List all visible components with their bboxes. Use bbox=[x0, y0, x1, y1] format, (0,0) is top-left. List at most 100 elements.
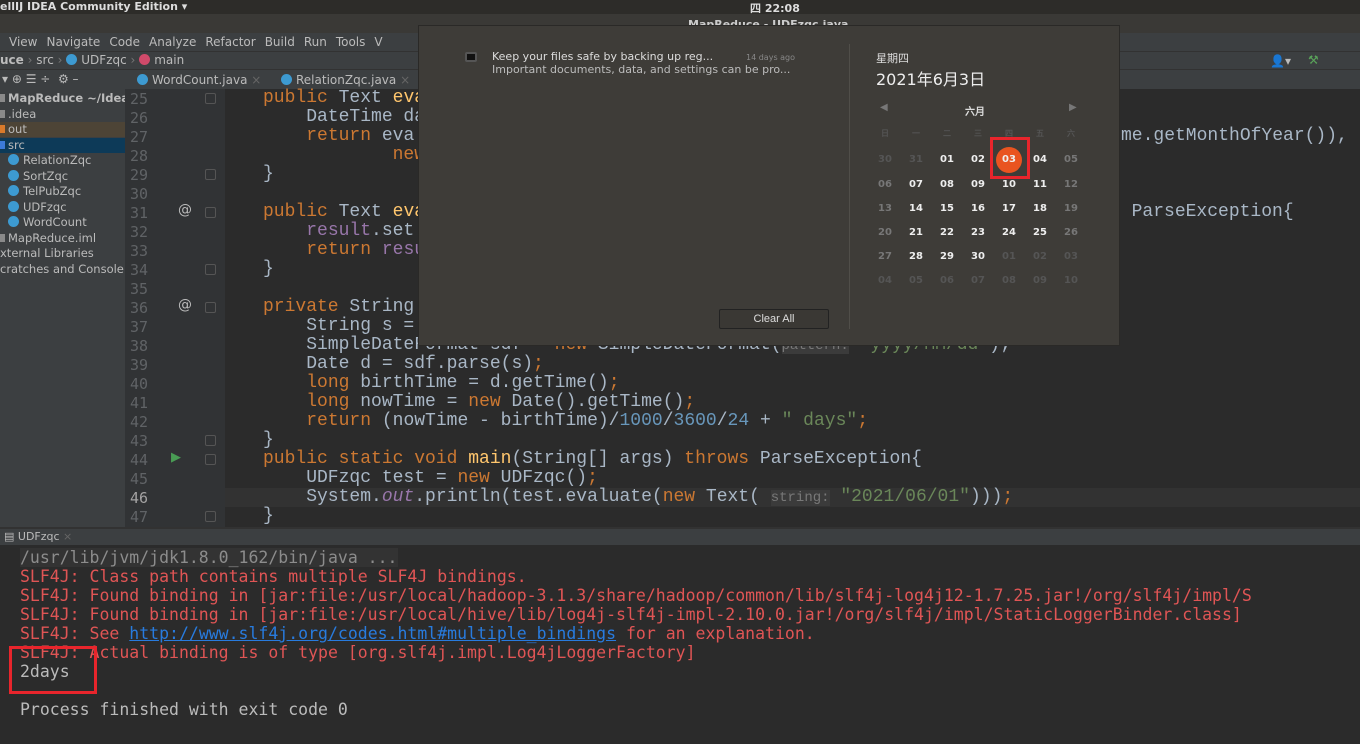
calendar-day[interactable]: 09 bbox=[1025, 274, 1055, 288]
calendar-day[interactable]: 21 bbox=[901, 226, 931, 240]
run-console[interactable]: /usr/lib/jvm/jdk1.8.0_162/bin/java ... SL… bbox=[0, 545, 1360, 744]
calendar-day[interactable]: 06 bbox=[932, 274, 962, 288]
run-icon[interactable]: ▶ bbox=[171, 450, 181, 465]
code-line: System.out.println(test.evaluate(new Tex… bbox=[263, 488, 1013, 508]
close-icon[interactable]: × bbox=[400, 73, 410, 87]
calendar-day[interactable]: 24 bbox=[994, 226, 1024, 240]
calendar-day[interactable]: 01 bbox=[932, 153, 962, 167]
calendar-day[interactable]: 27 bbox=[870, 250, 900, 264]
tree-item[interactable]: MapReduce ~/IdeaPr bbox=[0, 91, 125, 106]
calendar-day[interactable]: 30 bbox=[870, 153, 900, 167]
menu-item-view[interactable]: View bbox=[9, 35, 37, 49]
menu-item-v[interactable]: V bbox=[374, 35, 382, 49]
calendar-day[interactable]: 16 bbox=[963, 202, 993, 216]
tree-item[interactable]: WordCount bbox=[0, 215, 125, 230]
prev-month-icon[interactable]: ◀ bbox=[880, 102, 888, 113]
calendar-day[interactable]: 06 bbox=[870, 178, 900, 192]
menu-item-navigate[interactable]: Navigate bbox=[46, 35, 100, 49]
line-number: 30 bbox=[130, 185, 149, 203]
menu-item-refactor[interactable]: Refactor bbox=[205, 35, 255, 49]
next-month-icon[interactable]: ▶ bbox=[1069, 102, 1077, 113]
calendar-day[interactable]: 31 bbox=[901, 153, 931, 167]
fold-marker-icon[interactable] bbox=[205, 207, 216, 218]
calendar-day[interactable]: 03 bbox=[1056, 250, 1086, 264]
calendar-day[interactable]: 29 bbox=[932, 250, 962, 264]
tree-item-label: UDFzqc bbox=[23, 199, 67, 214]
tree-item[interactable]: xternal Libraries bbox=[0, 246, 125, 261]
menu-item-build[interactable]: Build bbox=[265, 35, 295, 49]
breadcrumb-class[interactable]: UDFzqc bbox=[81, 53, 126, 67]
tree-item[interactable]: MapReduce.iml bbox=[0, 231, 125, 246]
close-icon[interactable]: × bbox=[63, 530, 72, 543]
tab-wordcount[interactable]: WordCount.java × bbox=[137, 73, 261, 87]
breadcrumb-method[interactable]: main bbox=[154, 53, 184, 67]
fold-marker-icon[interactable] bbox=[205, 93, 216, 104]
calendar-day[interactable]: 04 bbox=[870, 274, 900, 288]
app-menu[interactable]: ellIJ IDEA Community Edition ▾ bbox=[0, 0, 187, 13]
fold-marker-icon[interactable] bbox=[205, 169, 216, 180]
fold-marker-icon[interactable] bbox=[205, 454, 216, 465]
breadcrumb-src[interactable]: src bbox=[36, 53, 54, 67]
build-hammer-icon[interactable]: ⚒ bbox=[1308, 53, 1319, 67]
notification-title[interactable]: Keep your files safe by backing up reg..… bbox=[492, 50, 713, 63]
calendar-day[interactable]: 09 bbox=[963, 178, 993, 192]
project-toolbar-icons[interactable]: ▾ ⊕ ☰ ÷ ⚙ – bbox=[2, 72, 79, 86]
calendar-day[interactable]: 30 bbox=[963, 250, 993, 264]
menu-item-code[interactable]: Code bbox=[109, 35, 140, 49]
console-link[interactable]: http://www.slf4j.org/codes.html#multiple… bbox=[129, 624, 616, 643]
tree-item[interactable]: src bbox=[0, 137, 125, 153]
override-icon[interactable]: @ bbox=[178, 202, 192, 218]
calendar-day[interactable]: 20 bbox=[870, 226, 900, 240]
tree-item[interactable]: UDFzqc bbox=[0, 200, 125, 215]
calendar-day[interactable]: 07 bbox=[901, 178, 931, 192]
calendar-day[interactable]: 10 bbox=[1056, 274, 1086, 288]
calendar-day[interactable]: 10 bbox=[994, 178, 1024, 192]
calendar-day[interactable]: 07 bbox=[963, 274, 993, 288]
notification-body[interactable]: Important documents, data, and settings … bbox=[492, 63, 790, 76]
user-icon[interactable]: 👤▾ bbox=[1270, 54, 1291, 68]
calendar-day[interactable]: 23 bbox=[963, 226, 993, 240]
calendar-day[interactable]: 12 bbox=[1056, 178, 1086, 192]
tree-item[interactable]: out bbox=[0, 122, 125, 137]
menu-item-run[interactable]: Run bbox=[304, 35, 327, 49]
calendar-day[interactable]: 28 bbox=[901, 250, 931, 264]
calendar-day[interactable]: 15 bbox=[932, 202, 962, 216]
calendar-day[interactable]: 22 bbox=[932, 226, 962, 240]
fold-marker-icon[interactable] bbox=[205, 511, 216, 522]
tree-item[interactable]: SortZqc bbox=[0, 169, 125, 184]
menu-item-tools[interactable]: Tools bbox=[336, 35, 366, 49]
breadcrumb-project[interactable]: uce bbox=[0, 53, 24, 67]
tree-item[interactable]: cratches and Console bbox=[0, 262, 125, 277]
override-icon[interactable]: @ bbox=[178, 297, 192, 313]
calendar-day[interactable]: 02 bbox=[963, 153, 993, 167]
close-icon[interactable]: × bbox=[251, 73, 261, 87]
calendar-day[interactable]: 05 bbox=[1056, 153, 1086, 167]
calendar-day[interactable]: 14 bbox=[901, 202, 931, 216]
fold-marker-icon[interactable] bbox=[205, 264, 216, 275]
tree-item[interactable]: RelationZqc bbox=[0, 153, 125, 168]
clear-all-button[interactable]: Clear All bbox=[719, 309, 829, 329]
calendar-day[interactable]: 26 bbox=[1056, 226, 1086, 240]
calendar-day[interactable]: 13 bbox=[870, 202, 900, 216]
calendar-day[interactable]: 05 bbox=[901, 274, 931, 288]
calendar-day[interactable]: 19 bbox=[1056, 202, 1086, 216]
fold-marker-icon[interactable] bbox=[205, 302, 216, 313]
calendar-day[interactable]: 08 bbox=[932, 178, 962, 192]
console-text: SLF4J: See bbox=[20, 624, 130, 643]
tree-item[interactable]: .idea bbox=[0, 107, 125, 122]
run-tab[interactable]: ▤ UDFzqc × bbox=[4, 530, 72, 543]
tab-label: WordCount.java bbox=[152, 73, 248, 87]
tree-item[interactable]: TelPubZqc bbox=[0, 184, 125, 199]
fold-marker-icon[interactable] bbox=[205, 435, 216, 446]
calendar-day[interactable]: 18 bbox=[1025, 202, 1055, 216]
menu-item-analyze[interactable]: Analyze bbox=[149, 35, 196, 49]
calendar-day[interactable]: 01 bbox=[994, 250, 1024, 264]
line-number: 29 bbox=[130, 166, 149, 184]
calendar-day[interactable]: 11 bbox=[1025, 178, 1055, 192]
calendar-day[interactable]: 17 bbox=[994, 202, 1024, 216]
tab-relationzqc[interactable]: RelationZqc.java × bbox=[281, 73, 410, 87]
calendar-day[interactable]: 25 bbox=[1025, 226, 1055, 240]
calendar-day[interactable]: 08 bbox=[994, 274, 1024, 288]
calendar-day[interactable]: 02 bbox=[1025, 250, 1055, 264]
calendar-date[interactable]: 2021年6月3日 bbox=[876, 66, 985, 90]
